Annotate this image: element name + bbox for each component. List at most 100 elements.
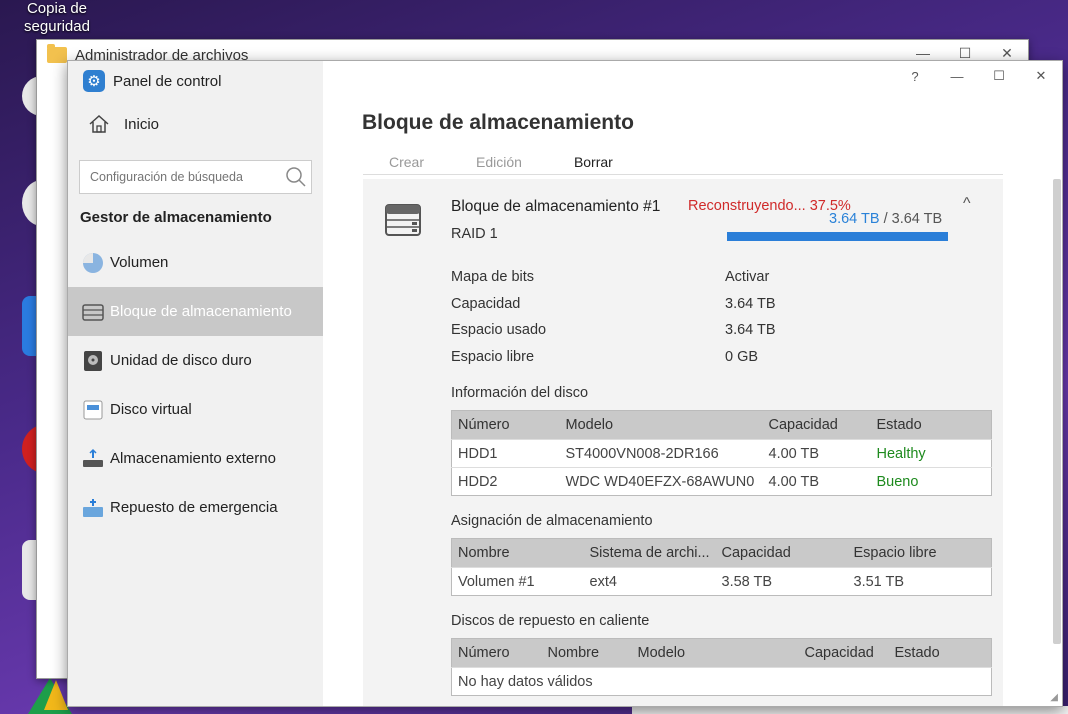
- sidebar-item-label: Disco virtual: [110, 401, 192, 418]
- column-header[interactable]: Estado: [870, 410, 992, 440]
- search-icon[interactable]: [285, 166, 307, 188]
- disk-info-title: Información del disco: [451, 385, 589, 401]
- column-header[interactable]: Capacidad: [715, 538, 848, 568]
- control-panel-window[interactable]: ⚙ Panel de control Inicio Gestor de alma…: [67, 60, 1063, 707]
- table-cell: ext4: [583, 567, 716, 596]
- table-cell: 4.00 TB: [762, 439, 871, 468]
- sidebar-item-label: Bloque de almacenamiento: [110, 303, 292, 320]
- prop-row: Capacidad 3.64 TB: [451, 296, 776, 312]
- desktop-label-line2: seguridad: [24, 18, 90, 35]
- table-row[interactable]: HDD1 ST4000VN008-2DR166 4.00 TB Healthy: [451, 439, 992, 468]
- app-header: ⚙ Panel de control: [68, 61, 323, 101]
- table-header-row: Número Nombre Modelo Capacidad Estado: [451, 638, 992, 668]
- collapse-caret-icon[interactable]: ^: [963, 195, 971, 213]
- table-row[interactable]: HDD2 WDC WD40EFZX-68AWUN0 4.00 TB Bueno: [451, 467, 992, 496]
- desktop-icon-label-backup[interactable]: Copia de seguridad: [8, 0, 106, 36]
- sidebar-item-label: Almacenamiento externo: [110, 450, 276, 467]
- resize-grip-icon[interactable]: ◢: [1050, 692, 1058, 703]
- volume-pie-icon: [83, 252, 103, 273]
- edit-button[interactable]: Edición: [450, 154, 548, 170]
- usage-bar: [727, 232, 948, 241]
- allocation-title: Asignación de almacenamiento: [451, 513, 653, 529]
- prop-row: Espacio usado 3.64 TB: [451, 322, 776, 338]
- sidebar-item-external-storage[interactable]: Almacenamiento externo: [68, 434, 323, 483]
- pool-name: Bloque de almacenamiento #1: [451, 198, 661, 215]
- table-cell: 3.58 TB: [715, 567, 848, 596]
- table-cell: 4.00 TB: [762, 467, 871, 496]
- delete-button[interactable]: Borrar: [548, 154, 639, 170]
- external-storage-icon: [83, 448, 103, 467]
- sidebar-item-hot-spare[interactable]: Repuesto de emergencia: [68, 483, 323, 532]
- column-header[interactable]: Espacio libre: [847, 538, 992, 568]
- app-title: Panel de control: [113, 72, 222, 90]
- storage-pool-icon: [82, 303, 104, 321]
- table-row[interactable]: Volumen #1 ext4 3.58 TB 3.51 TB: [451, 567, 992, 596]
- maximize-button[interactable]: ☐: [978, 63, 1020, 89]
- column-header[interactable]: Capacidad: [762, 410, 871, 440]
- search-input[interactable]: [90, 170, 270, 184]
- empty-table-message: No hay datos válidos: [451, 667, 992, 696]
- sidebar-item-label: Volumen: [110, 254, 169, 271]
- help-button[interactable]: ?: [894, 63, 936, 89]
- table-cell: Volumen #1: [451, 567, 584, 596]
- table-header-row: Nombre Sistema de archi... Capacidad Esp…: [451, 538, 992, 568]
- usage-text: 3.64 TB / 3.64 TB: [829, 211, 942, 227]
- sidebar-item-virtual-disk[interactable]: Disco virtual: [68, 385, 323, 434]
- table-cell: HDD2: [451, 467, 560, 496]
- prop-key: Espacio libre: [451, 349, 535, 365]
- toolbar: Crear Edición Borrar: [363, 149, 1003, 175]
- disk-info-table: Número Modelo Capacidad Estado HDD1 ST40…: [451, 410, 992, 496]
- desktop-label-line1: Copia de: [26, 0, 88, 17]
- hdd-icon: [84, 350, 102, 371]
- window-controls: ? — ☐ ✕: [894, 63, 1062, 89]
- scrollbar[interactable]: [1052, 179, 1062, 649]
- table-cell: 3.51 TB: [847, 567, 992, 596]
- sidebar-home-label: Inicio: [124, 115, 160, 133]
- prop-key: Capacidad: [451, 296, 521, 312]
- scrollbar-thumb[interactable]: [1053, 179, 1061, 644]
- sidebar-item-volume[interactable]: Volumen: [68, 238, 323, 287]
- sidebar: ⚙ Panel de control Inicio Gestor de alma…: [68, 61, 323, 706]
- hot-spare-icon: [83, 498, 103, 517]
- prop-value: 3.64 TB: [725, 322, 776, 338]
- main-panel: ? — ☐ ✕ Bloque de almacenamiento Crear E…: [323, 61, 1062, 706]
- close-button[interactable]: ✕: [1020, 63, 1062, 89]
- sidebar-item-home[interactable]: Inicio: [68, 101, 323, 147]
- prop-value: Activar: [725, 269, 770, 285]
- create-button[interactable]: Crear: [363, 154, 450, 170]
- column-header[interactable]: Modelo: [559, 410, 763, 440]
- usage-used: 3.64 TB: [829, 211, 880, 227]
- drive-logo-accent-icon: [44, 680, 68, 710]
- table-header-row: Número Modelo Capacidad Estado: [451, 410, 992, 440]
- storage-pool-icon: [385, 204, 421, 236]
- column-header[interactable]: Nombre: [451, 538, 584, 568]
- home-icon: [89, 114, 109, 133]
- pool-status-rebuilding: Reconstruyendo... 37.5%: [688, 198, 851, 214]
- prop-value: 0 GB: [725, 349, 759, 365]
- folder-icon: [47, 44, 67, 63]
- table-cell: HDD1: [451, 439, 560, 468]
- column-header[interactable]: Modelo: [631, 638, 799, 668]
- vhd-icon: [83, 400, 103, 419]
- taskbar-strip: [632, 706, 1068, 714]
- sidebar-item-label: Repuesto de emergencia: [110, 499, 278, 516]
- minimize-button[interactable]: —: [936, 63, 978, 89]
- sidebar-section-title: Gestor de almacenamiento: [80, 209, 272, 226]
- usage-total: 3.64 TB: [891, 211, 943, 227]
- disk-status-good: Bueno: [870, 467, 992, 496]
- sidebar-item-hdd[interactable]: Unidad de disco duro: [68, 336, 323, 385]
- allocation-table: Nombre Sistema de archi... Capacidad Esp…: [451, 538, 992, 596]
- column-header[interactable]: Estado: [888, 638, 992, 668]
- search-box[interactable]: [79, 160, 312, 194]
- sidebar-item-label: Unidad de disco duro: [110, 352, 252, 369]
- column-header[interactable]: Número: [451, 638, 542, 668]
- column-header[interactable]: Número: [451, 410, 560, 440]
- prop-key: Mapa de bits: [451, 269, 535, 285]
- column-header[interactable]: Sistema de archi...: [583, 538, 716, 568]
- table-cell: ST4000VN008-2DR166: [559, 439, 763, 468]
- table-row-empty: No hay datos válidos: [451, 667, 992, 696]
- column-header[interactable]: Capacidad: [798, 638, 889, 668]
- usage-separator: /: [883, 211, 888, 227]
- column-header[interactable]: Nombre: [541, 638, 632, 668]
- sidebar-item-storage-pool[interactable]: Bloque de almacenamiento: [68, 287, 323, 336]
